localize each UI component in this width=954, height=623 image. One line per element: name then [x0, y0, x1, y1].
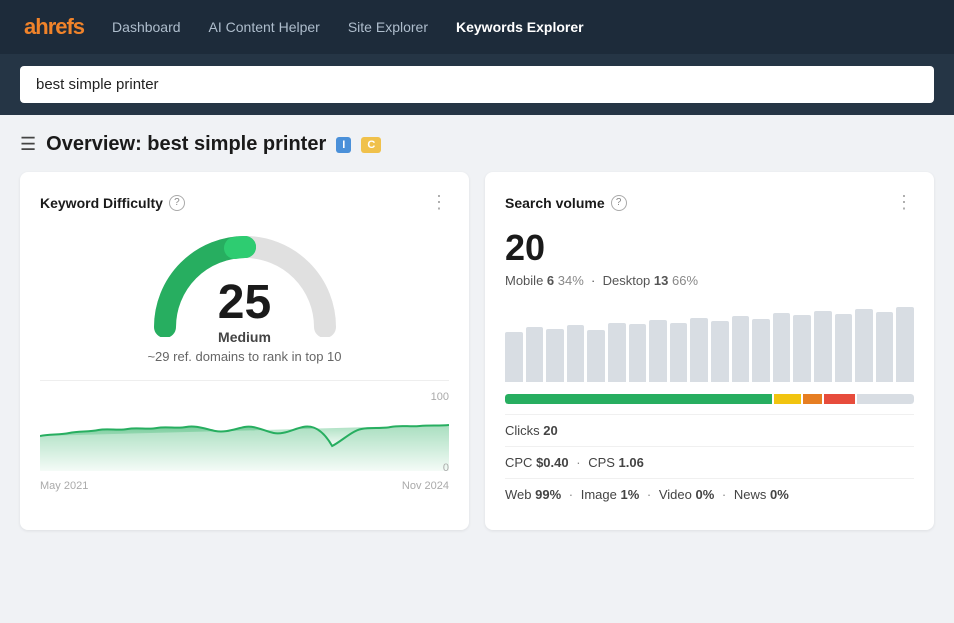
- bar-item: [896, 307, 914, 382]
- logo[interactable]: ahrefs: [24, 14, 84, 40]
- chart-date-range: May 2021 Nov 2024: [40, 480, 449, 492]
- sv-desktop-pct: 66%: [672, 273, 698, 288]
- kd-line-chart: [40, 391, 449, 471]
- kd-card-title: Keyword Difficulty: [40, 195, 163, 211]
- bar-item: [876, 312, 894, 382]
- image-pct: 1%: [620, 487, 639, 502]
- sv-mobile-pct: 34%: [558, 273, 584, 288]
- bar-item: [670, 323, 688, 382]
- bar-item: [835, 314, 853, 382]
- bar-item: [855, 309, 873, 382]
- sv-desktop-val: 13: [654, 273, 668, 288]
- nav-dashboard[interactable]: Dashboard: [112, 19, 181, 35]
- news-pct: 0%: [770, 487, 789, 502]
- page-header: ☰ Overview: best simple printer I C: [20, 133, 934, 156]
- bar-item: [690, 318, 708, 382]
- cpc-value: $0.40: [536, 455, 569, 470]
- nav-ai-content[interactable]: AI Content Helper: [209, 19, 320, 35]
- sv-card-header: Search volume ? ⋮: [505, 192, 914, 213]
- nav-site-explorer[interactable]: Site Explorer: [348, 19, 428, 35]
- sv-breakdown: Mobile 6 34% · Desktop 13 66%: [505, 273, 914, 288]
- video-pct: 0%: [695, 487, 714, 502]
- kd-level: Medium: [147, 329, 341, 345]
- sv-card-title: Search volume: [505, 195, 605, 211]
- sv-mobile-val: 6: [547, 273, 554, 288]
- page-title: Overview: best simple printer: [46, 133, 326, 156]
- search-input[interactable]: [20, 66, 934, 103]
- chart-min-label: 0: [443, 462, 449, 474]
- cards-row: Keyword Difficulty ? ⋮ 25 Medium: [20, 172, 934, 530]
- logo-accent: a: [24, 14, 35, 39]
- kd-score: 25: [147, 279, 341, 327]
- sv-card: Search volume ? ⋮ 20 Mobile 6 34% · Desk…: [485, 172, 934, 530]
- bar-item: [505, 332, 523, 382]
- serp-types-row: Web 99% · Image 1% · Video 0% · News 0%: [505, 478, 914, 510]
- badge-i: I: [336, 137, 351, 153]
- kd-help-icon[interactable]: ?: [169, 195, 185, 211]
- cpc-cps-row: CPC $0.40 · CPS 1.06: [505, 446, 914, 478]
- sv-title-group: Search volume ?: [505, 195, 627, 211]
- bar-item: [793, 315, 811, 382]
- bar-item: [752, 319, 770, 382]
- bar-item: [526, 327, 544, 382]
- bar-item: [732, 316, 750, 382]
- kd-ref-domains: ~29 ref. domains to rank in top 10: [147, 349, 341, 364]
- kd-title-group: Keyword Difficulty ?: [40, 195, 185, 211]
- content-area: ☰ Overview: best simple printer I C Keyw…: [0, 115, 954, 548]
- kd-menu-icon[interactable]: ⋮: [430, 192, 449, 213]
- web-pct: 99%: [535, 487, 561, 502]
- bar-item: [814, 311, 832, 382]
- search-bar-wrapper: [0, 54, 954, 115]
- gauge-container: 25 Medium ~29 ref. domains to rank in to…: [40, 227, 449, 364]
- cps-value: 1.06: [619, 455, 644, 470]
- color-bar-yellow: [774, 394, 801, 404]
- color-bar-red: [824, 394, 855, 404]
- chart-date-end: Nov 2024: [402, 480, 449, 492]
- color-bar-orange: [803, 394, 822, 404]
- bar-item: [649, 320, 667, 382]
- chart-date-start: May 2021: [40, 480, 88, 492]
- sv-menu-icon[interactable]: ⋮: [895, 192, 914, 213]
- bar-item: [546, 329, 564, 382]
- clicks-row: Clicks 20: [505, 414, 914, 446]
- kd-card-header: Keyword Difficulty ? ⋮: [40, 192, 449, 213]
- nav-keywords-explorer[interactable]: Keywords Explorer: [456, 19, 584, 35]
- sv-bar-chart: [505, 302, 914, 382]
- kd-trend-chart: 100 0 May 2021 Nov 2024: [40, 380, 449, 492]
- color-bar-gray: [857, 394, 914, 404]
- sv-volume: 20: [505, 227, 914, 269]
- bar-item: [773, 313, 791, 382]
- bar-item: [629, 324, 647, 382]
- bar-item: [587, 330, 605, 382]
- sv-help-icon[interactable]: ?: [611, 195, 627, 211]
- kd-card: Keyword Difficulty ? ⋮ 25 Medium: [20, 172, 469, 530]
- bar-item: [608, 323, 626, 382]
- color-bar-green: [505, 394, 772, 404]
- chart-max-label: 100: [431, 391, 449, 403]
- bar-item: [711, 321, 729, 382]
- sv-color-bar: [505, 394, 914, 404]
- hamburger-icon[interactable]: ☰: [20, 134, 36, 155]
- navbar: ahrefs Dashboard AI Content Helper Site …: [0, 0, 954, 54]
- logo-text: hrefs: [35, 14, 84, 39]
- clicks-value: 20: [543, 423, 557, 438]
- bar-item: [567, 325, 585, 382]
- badge-c: C: [361, 137, 381, 153]
